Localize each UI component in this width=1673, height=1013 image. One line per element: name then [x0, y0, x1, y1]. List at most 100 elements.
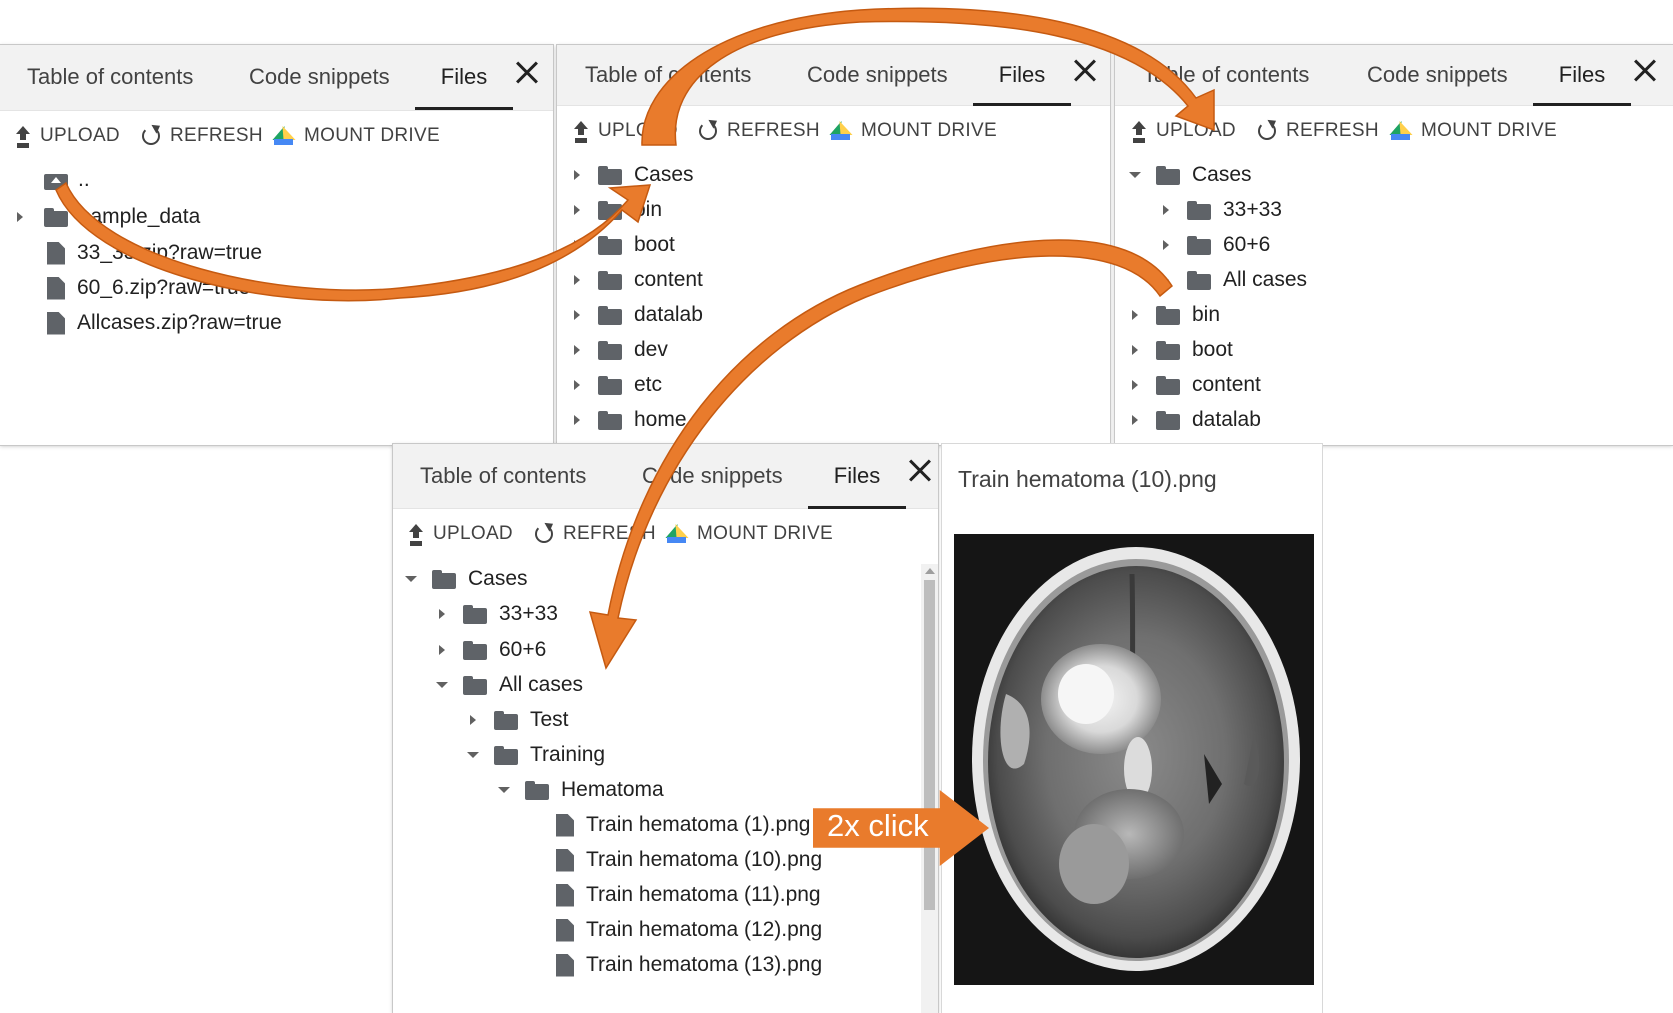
refresh-icon [1258, 122, 1276, 140]
folder-icon [494, 710, 518, 730]
tree-item-folder[interactable]: boot [570, 229, 675, 261]
tree-item-file[interactable]: Train hematoma (11).png [542, 879, 821, 911]
tree-item-folder[interactable]: datalab [570, 299, 703, 331]
tab-files[interactable]: Files [415, 45, 513, 110]
refresh-button[interactable]: REFRESH [699, 118, 820, 144]
expand-icon[interactable] [570, 238, 584, 252]
folder-icon [463, 604, 487, 624]
tree-item-sample-data[interactable]: sample_data [13, 201, 200, 233]
expand-icon[interactable] [13, 210, 27, 224]
tree-item-folder[interactable]: 60+6 [1159, 229, 1270, 261]
tree-item-all-cases[interactable]: All cases [1159, 264, 1307, 296]
folder-icon [1156, 305, 1180, 325]
tree-item-folder[interactable]: Hematoma [497, 774, 664, 806]
tab-code-snippets[interactable]: Code snippets [249, 45, 390, 107]
tree-item-file[interactable]: Train hematoma (1).png [542, 809, 811, 841]
close-icon[interactable] [1069, 53, 1101, 89]
expand-icon[interactable] [570, 378, 584, 392]
tree-item-folder[interactable]: content [570, 264, 703, 296]
collapse-icon[interactable] [435, 678, 449, 692]
tab-table-of-contents[interactable]: Table of contents [420, 444, 586, 506]
mount-drive-button[interactable]: MOUNT DRIVE [665, 521, 833, 547]
expand-icon[interactable] [570, 308, 584, 322]
sidebar-tabs: Table of contents Code snippets Files [393, 444, 938, 509]
collapse-icon[interactable] [497, 783, 511, 797]
files-panel-4: Table of contents Code snippets Files UP… [393, 444, 938, 1013]
folder-icon [463, 675, 487, 695]
close-icon[interactable] [511, 55, 543, 91]
tree-item-all-cases[interactable]: All cases [435, 669, 583, 701]
tab-files[interactable]: Files [808, 444, 906, 509]
tree-item-file[interactable]: Train hematoma (12).png [542, 914, 822, 946]
expand-icon[interactable] [1159, 273, 1173, 287]
upload-button[interactable]: UPLOAD [574, 118, 678, 144]
scrollbar-thumb[interactable] [924, 580, 935, 910]
tree-item-parent-folder[interactable]: .. [44, 164, 90, 196]
tree-item-folder[interactable]: etc [570, 369, 662, 401]
collapse-icon[interactable] [1128, 168, 1142, 182]
collapse-icon[interactable] [404, 572, 418, 586]
mount-drive-button[interactable]: MOUNT DRIVE [272, 123, 440, 149]
folder-icon [44, 207, 68, 227]
tree-item-folder[interactable]: boot [1128, 334, 1233, 366]
tree-item-folder[interactable]: content [1128, 369, 1261, 401]
tree-item-folder[interactable]: Test [466, 704, 569, 736]
tab-code-snippets[interactable]: Code snippets [1367, 45, 1508, 103]
tab-code-snippets[interactable]: Code snippets [807, 45, 948, 103]
expand-icon[interactable] [435, 643, 449, 657]
tree-item-folder[interactable]: datalab [1128, 404, 1261, 436]
expand-icon[interactable] [435, 607, 449, 621]
tree-item-cases[interactable]: Cases [570, 159, 694, 191]
tree-item-folder[interactable]: 33+33 [435, 598, 558, 630]
upload-button[interactable]: UPLOAD [409, 521, 513, 547]
file-icon [556, 849, 574, 872]
expand-icon[interactable] [570, 203, 584, 217]
tree-item-folder[interactable]: bin [570, 194, 662, 226]
tree-item-file[interactable]: 60_6.zip?raw=true [33, 272, 250, 304]
mount-drive-button[interactable]: MOUNT DRIVE [1389, 118, 1557, 144]
tree-item-folder[interactable]: Training [466, 739, 605, 771]
close-icon[interactable] [904, 453, 936, 489]
tab-files[interactable]: Files [1533, 45, 1631, 106]
refresh-icon [142, 127, 160, 145]
expand-icon[interactable] [1159, 203, 1173, 217]
expand-icon[interactable] [570, 168, 584, 182]
expand-icon[interactable] [1128, 308, 1142, 322]
upload-button[interactable]: UPLOAD [1132, 118, 1236, 144]
tree-item-folder[interactable]: 60+6 [435, 634, 546, 666]
tree-item-folder[interactable]: home [570, 404, 687, 436]
expand-icon[interactable] [466, 713, 480, 727]
upload-button[interactable]: UPLOAD [16, 123, 120, 149]
close-icon[interactable] [1629, 53, 1661, 89]
expand-icon[interactable] [570, 273, 584, 287]
tab-table-of-contents[interactable]: Table of contents [585, 45, 751, 103]
refresh-button[interactable]: REFRESH [142, 123, 263, 149]
refresh-button[interactable]: REFRESH [535, 521, 656, 547]
tab-table-of-contents[interactable]: Table of contents [27, 45, 193, 107]
tree-item-cases[interactable]: Cases [404, 563, 528, 595]
expand-icon[interactable] [570, 343, 584, 357]
scrollbar[interactable] [921, 564, 938, 1013]
tree-item-file[interactable]: Allcases.zip?raw=true [33, 307, 282, 339]
folder-icon [494, 745, 518, 765]
tree-item-cases[interactable]: Cases [1128, 159, 1252, 191]
tab-table-of-contents[interactable]: Table of contents [1143, 45, 1309, 103]
tab-files[interactable]: Files [973, 45, 1071, 106]
refresh-button[interactable]: REFRESH [1258, 118, 1379, 144]
tree-item-file-selected[interactable]: Train hematoma (10).png [542, 844, 822, 876]
tree-item-folder[interactable]: dev [570, 334, 668, 366]
collapse-icon[interactable] [466, 748, 480, 762]
expand-icon[interactable] [1128, 343, 1142, 357]
tab-code-snippets[interactable]: Code snippets [642, 444, 783, 506]
tree-item-file[interactable]: Train hematoma (13).png [542, 949, 822, 981]
image-viewer: Train hematoma (10).png [942, 444, 1322, 1013]
expand-icon[interactable] [1159, 238, 1173, 252]
scroll-up-arrow-icon[interactable] [925, 568, 935, 574]
tree-item-folder[interactable]: bin [1128, 299, 1220, 331]
expand-icon[interactable] [1128, 378, 1142, 392]
expand-icon[interactable] [1128, 413, 1142, 427]
tree-item-file[interactable]: 33_33.zip?raw=true [33, 237, 262, 269]
mount-drive-button[interactable]: MOUNT DRIVE [829, 118, 997, 144]
tree-item-folder[interactable]: 33+33 [1159, 194, 1282, 226]
expand-icon[interactable] [570, 413, 584, 427]
